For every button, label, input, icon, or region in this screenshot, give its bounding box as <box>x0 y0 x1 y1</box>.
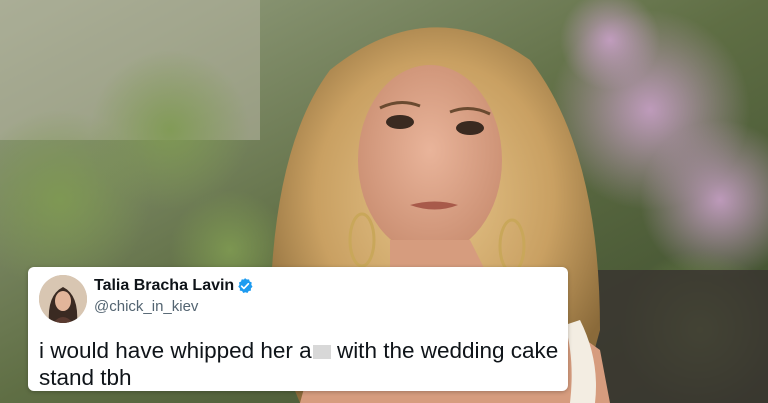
tweet-card[interactable]: Talia Bracha Lavin @chick_in_kiev i woul… <box>28 267 568 391</box>
display-name[interactable]: Talia Bracha Lavin <box>94 277 234 295</box>
avatar[interactable] <box>39 275 87 323</box>
verified-badge-icon <box>238 278 253 293</box>
tweet-text: i would have whipped her a with the wedd… <box>39 337 564 391</box>
tweet-text-part-1: i would have whipped her a <box>39 338 312 363</box>
censor-block <box>312 345 331 359</box>
user-handle[interactable]: @chick_in_kiev <box>94 298 198 315</box>
avatar-image <box>39 275 87 323</box>
